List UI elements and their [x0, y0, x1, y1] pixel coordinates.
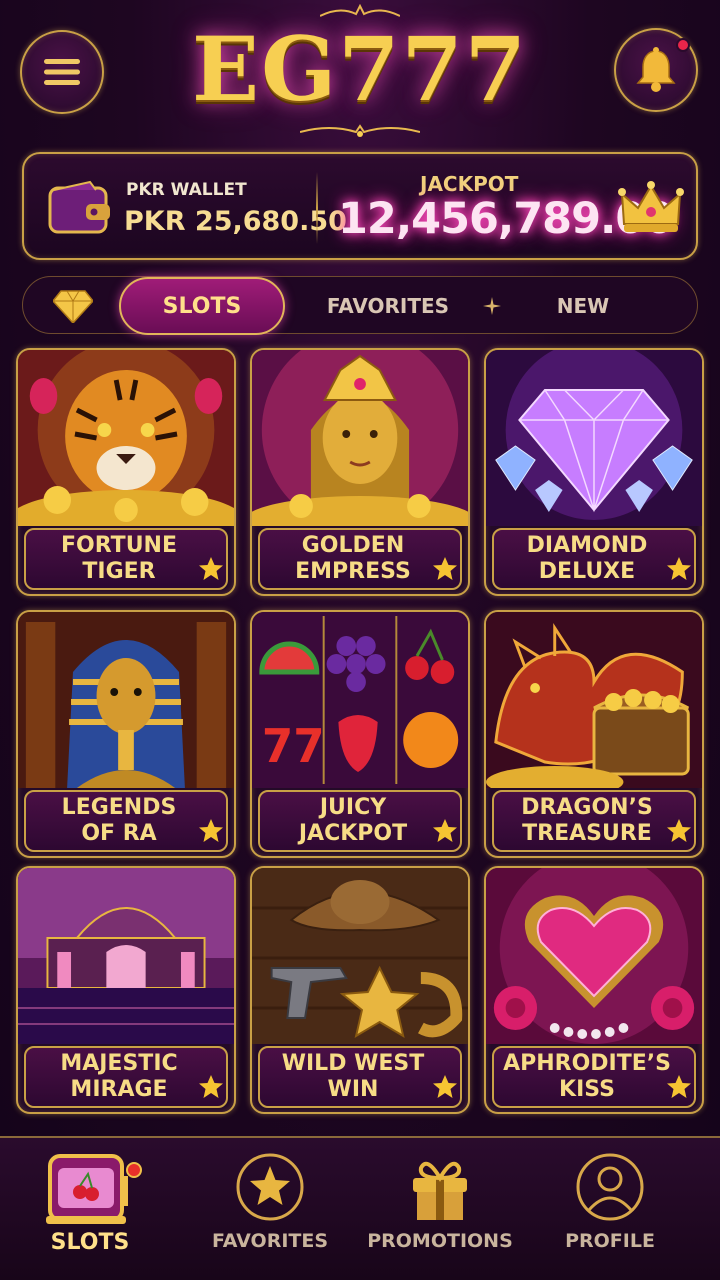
game-card-diamond-deluxe[interactable]: DIAMOND DELUXE	[484, 348, 704, 596]
nav-item-promotions[interactable]: PROMOTIONS	[350, 1138, 530, 1280]
hamburger-menu-icon	[44, 59, 80, 85]
favorite-star-icon[interactable]	[432, 556, 458, 582]
tab-new[interactable]: NEW	[533, 277, 633, 335]
empress-art-icon	[252, 350, 468, 526]
heart-art-icon	[486, 868, 702, 1044]
app-logo: EG777	[192, 17, 528, 121]
app-header: EG777	[0, 0, 720, 145]
logo-flourish-icon	[300, 124, 420, 137]
divider	[316, 172, 318, 244]
favorite-star-icon[interactable]	[432, 1074, 458, 1100]
pharaoh-art-icon	[18, 612, 234, 788]
diamond-icon[interactable]	[53, 289, 93, 323]
games-grid: FORTUNE TIGER GOLDEN EMPRESS DIAMOND DEL…	[16, 348, 704, 1114]
user-icon	[576, 1153, 644, 1221]
wallet-bar: PKR WALLET PKR 25,680.50 JACKPOT 12,456,…	[22, 152, 698, 260]
game-card-aphrodites-kiss[interactable]: APHRODITE’S KISS	[484, 866, 704, 1114]
jackpot-label: JACKPOT	[420, 172, 519, 196]
favorite-star-icon[interactable]	[198, 556, 224, 582]
nav-label: PROFILE	[565, 1230, 655, 1252]
nav-label: PROMOTIONS	[367, 1230, 513, 1252]
favorite-star-icon[interactable]	[666, 1074, 692, 1100]
game-card-golden-empress[interactable]: GOLDEN EMPRESS	[250, 348, 470, 596]
palace-art-icon	[18, 868, 234, 1044]
nav-label: SLOTS	[50, 1230, 130, 1255]
star-icon	[236, 1153, 304, 1221]
game-card-juicy-jackpot[interactable]: 77 JUICY JACKPOT	[250, 610, 470, 858]
gift-icon	[413, 1161, 467, 1220]
notification-badge	[676, 38, 690, 52]
diamond-art-icon	[486, 350, 702, 526]
favorite-star-icon[interactable]	[432, 818, 458, 844]
tiger-art-icon	[18, 350, 234, 526]
menu-button[interactable]	[20, 30, 104, 114]
fruits-art-icon: 77	[252, 612, 468, 788]
nav-label: FAVORITES	[211, 1230, 329, 1252]
wallet-balance: PKR 25,680.50	[124, 206, 347, 237]
crown-icon	[618, 181, 684, 232]
svg-text:77: 77	[262, 720, 325, 773]
dragon-art-icon	[486, 612, 702, 788]
wild-west-art-icon	[252, 868, 468, 1044]
nav-item-favorites[interactable]: FAVORITES	[180, 1138, 360, 1280]
wallet-icon	[48, 180, 110, 234]
notifications-button[interactable]	[614, 28, 698, 112]
category-tabs: SLOTS FAVORITES NEW	[22, 276, 698, 335]
tab-slots[interactable]: SLOTS	[119, 277, 285, 335]
bell-icon	[636, 47, 676, 92]
game-card-wild-west-win[interactable]: WILD WEST WIN	[250, 866, 470, 1114]
slot-machine-icon	[46, 1154, 142, 1224]
game-card-fortune-tiger[interactable]: FORTUNE TIGER	[16, 348, 236, 596]
game-card-majestic-mirage[interactable]: MAJESTIC MIRAGE	[16, 866, 236, 1114]
game-card-legends-of-ra[interactable]: LEGENDS OF RA	[16, 610, 236, 858]
nav-item-profile[interactable]: PROFILE	[520, 1138, 700, 1280]
favorite-star-icon[interactable]	[198, 818, 224, 844]
game-card-dragons-treasure[interactable]: DRAGON’S TREASURE	[484, 610, 704, 858]
tab-favorites[interactable]: FAVORITES	[313, 277, 463, 335]
favorite-star-icon[interactable]	[666, 556, 692, 582]
favorite-star-icon[interactable]	[198, 1074, 224, 1100]
favorite-star-icon[interactable]	[666, 818, 692, 844]
nav-item-slots[interactable]: SLOTS	[0, 1138, 180, 1280]
wallet-label: PKR WALLET	[126, 180, 247, 200]
sparkle-icon	[483, 297, 501, 315]
bottom-navigation: SLOTS FAVORITES PROMOTIONS PROFILE	[0, 1136, 720, 1280]
